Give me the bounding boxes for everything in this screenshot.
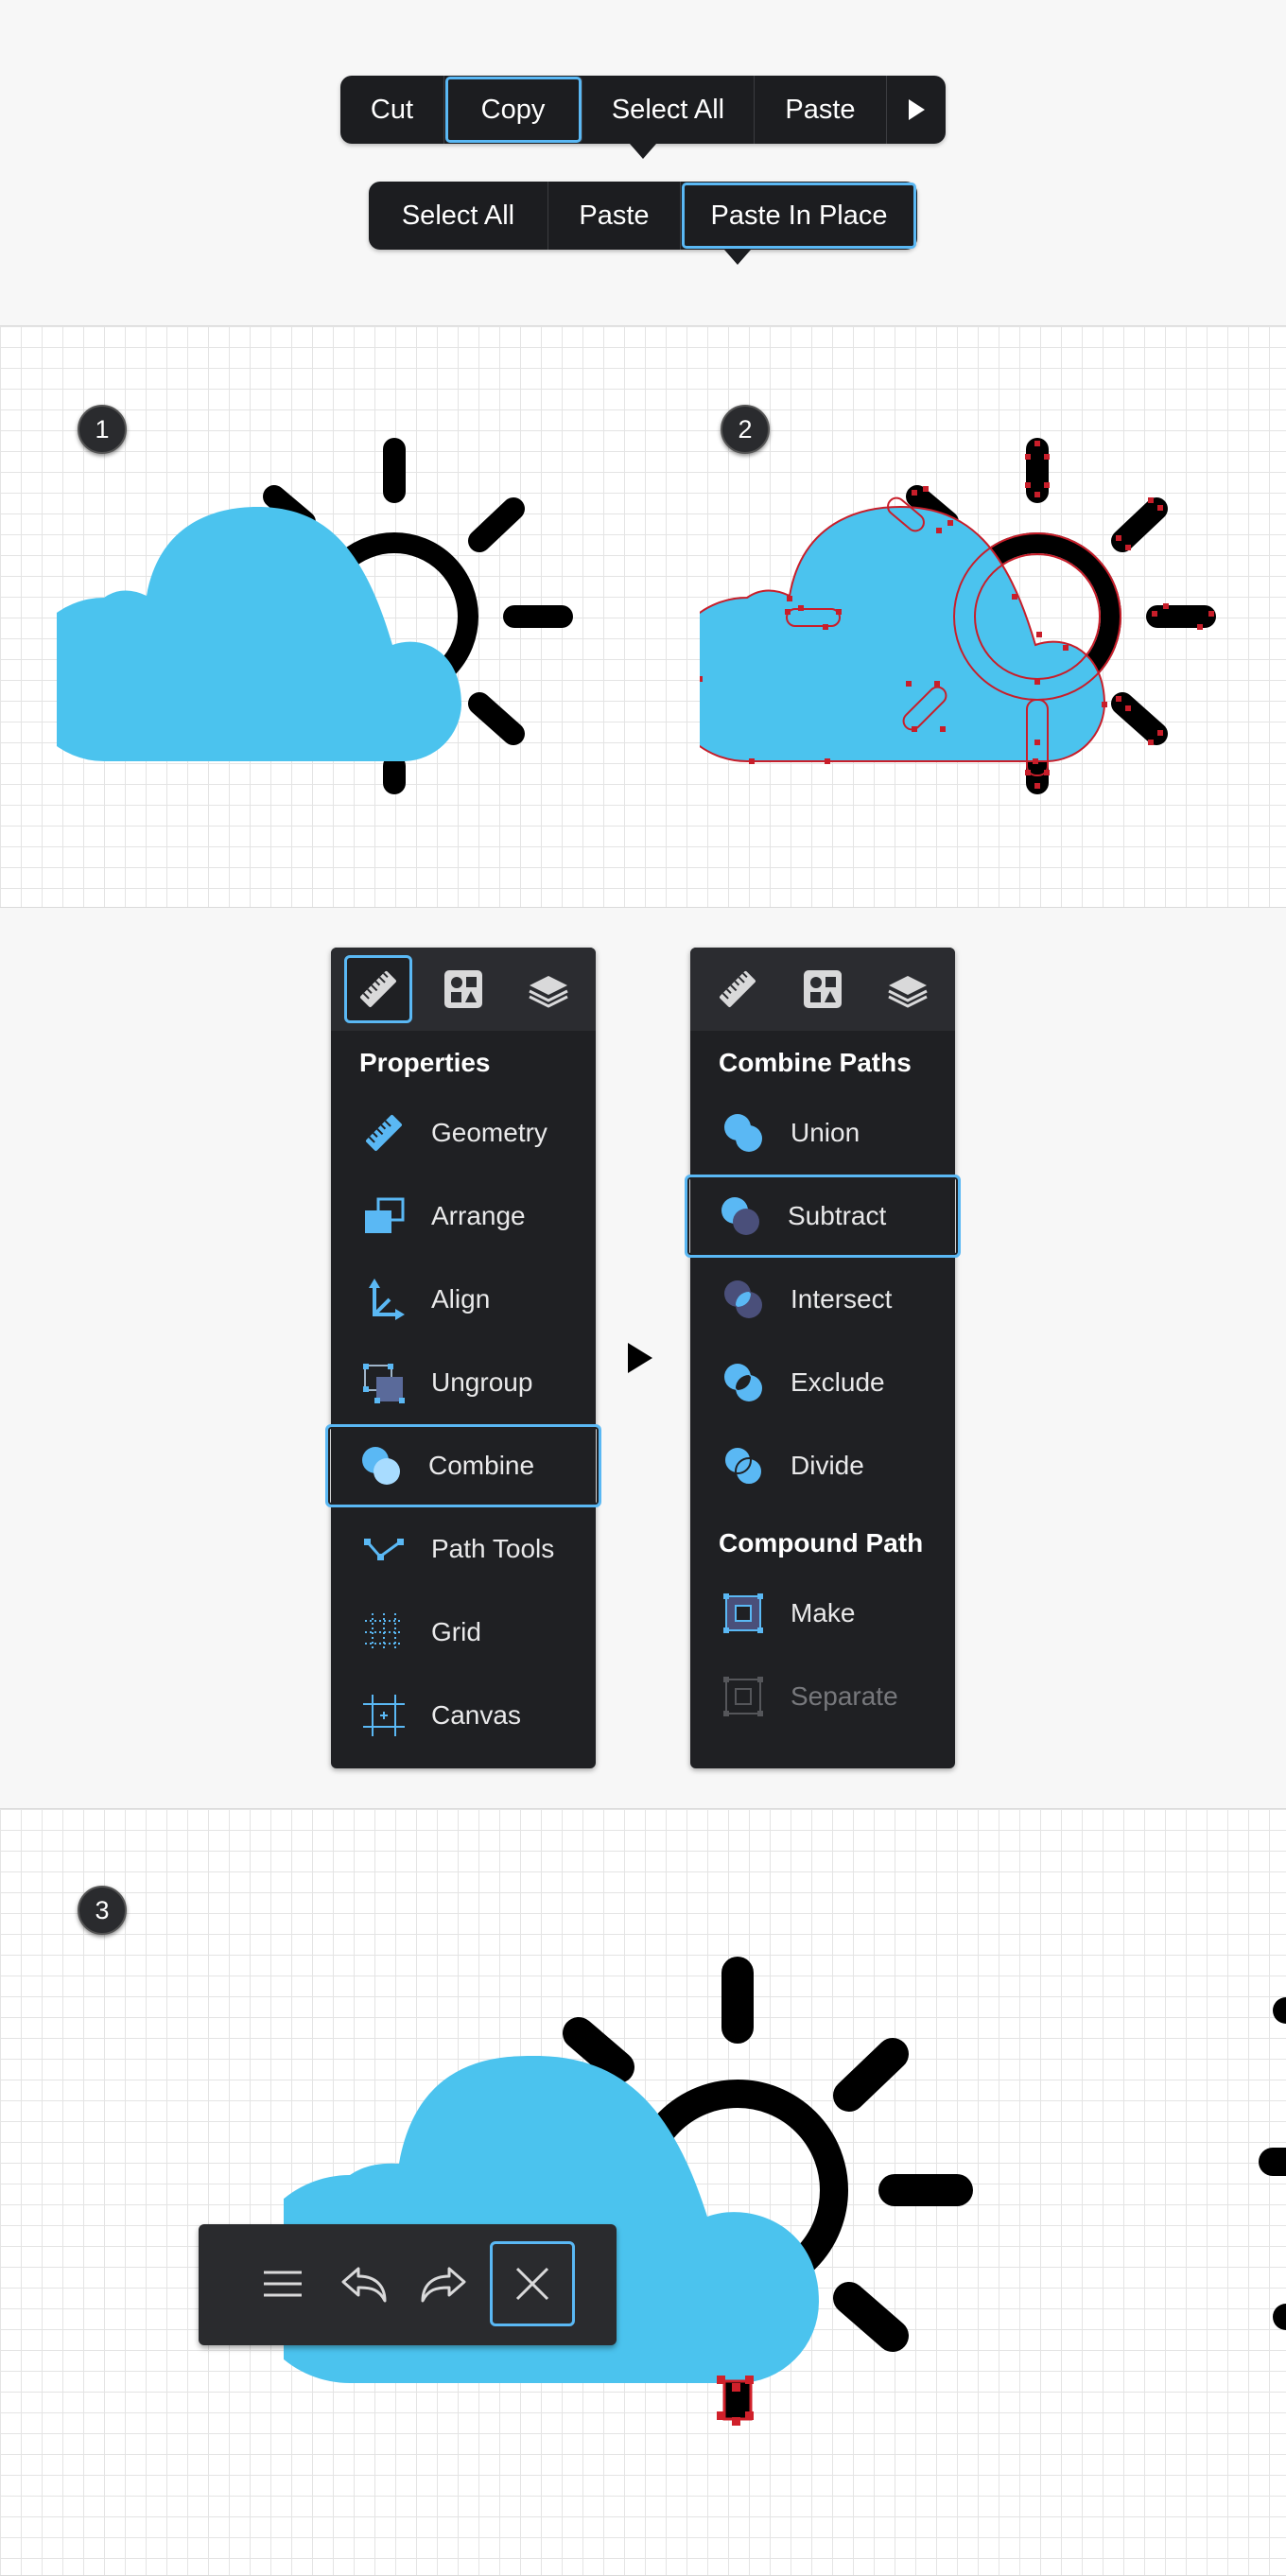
menu-pointer	[630, 144, 656, 159]
canvas-icon	[363, 1695, 405, 1736]
ruler-icon	[720, 971, 756, 1007]
tab-shapes[interactable]	[789, 955, 857, 1023]
tab-layers[interactable]	[514, 955, 582, 1023]
panel-item-label: Align	[431, 1284, 491, 1314]
exclude-icon	[724, 1364, 762, 1401]
panel-item-label: Grid	[431, 1617, 481, 1646]
menu-item-paste-in-place[interactable]: Paste In Place	[681, 182, 917, 250]
panel-heading-compound-path: Compound Path	[719, 1528, 924, 1558]
panel-item-label: Separate	[791, 1681, 898, 1711]
menu-button[interactable]	[240, 2241, 325, 2326]
shapes-icon	[444, 970, 482, 1008]
compound-separate-icon	[723, 1677, 763, 1716]
divide-icon	[723, 1446, 763, 1486]
menu-item-cut[interactable]: Cut	[340, 76, 444, 144]
panel-item-label: Divide	[791, 1451, 864, 1480]
tab-properties[interactable]	[344, 955, 412, 1023]
panel-item-label: Path Tools	[431, 1534, 555, 1563]
menu-item-paste[interactable]: Paste	[548, 182, 681, 250]
close-icon	[515, 2267, 549, 2301]
layers-icon	[529, 976, 568, 1008]
path-tools-icon	[364, 1539, 404, 1560]
combine-icon	[362, 1447, 400, 1485]
panel-item-label: Make	[791, 1598, 856, 1627]
undo-button[interactable]	[322, 2241, 407, 2326]
panel-item-align[interactable]: Align	[331, 1258, 596, 1341]
menu-item-copy[interactable]: Copy	[444, 76, 582, 144]
panel-item-path-tools[interactable]: Path Tools	[331, 1507, 596, 1591]
panel-item-label: Combine	[428, 1451, 535, 1480]
subtract-icon	[721, 1197, 759, 1235]
panel-item-union[interactable]: Union	[690, 1091, 955, 1175]
ungroup-icon	[363, 1364, 405, 1403]
undo-icon	[341, 2267, 387, 2303]
cloud-sun-illustration-3[interactable]	[284, 1939, 1002, 2449]
context-menu-primary: Cut Copy Select All Paste	[340, 76, 946, 144]
panel-item-make[interactable]: Make	[690, 1572, 955, 1655]
cloud-sun-illustration-2[interactable]	[700, 426, 1248, 804]
grid-icon	[365, 1613, 403, 1651]
panel-item-subtract[interactable]: Subtract	[685, 1175, 961, 1258]
panel-item-label: Exclude	[791, 1367, 885, 1397]
panel-item-canvas[interactable]: Canvas	[331, 1674, 596, 1757]
panel-heading-combine-paths: Combine Paths	[719, 1048, 912, 1077]
arrange-icon	[365, 1197, 405, 1233]
panel-item-combine[interactable]: Combine	[325, 1424, 601, 1507]
close-button[interactable]	[490, 2241, 575, 2326]
menu-pointer	[724, 250, 751, 265]
panel-item-label: Intersect	[791, 1284, 893, 1314]
panel-item-label: Geometry	[431, 1118, 547, 1147]
cloud-sun-illustration-1[interactable]	[57, 426, 605, 804]
combine-paths-panel: Combine Paths Union Subtract Intersect E…	[685, 948, 961, 1768]
panel-item-label: Arrange	[431, 1201, 526, 1230]
step-badge-3: 3	[78, 1886, 127, 1935]
panel-item-arrange[interactable]: Arrange	[331, 1175, 596, 1258]
redo-button[interactable]	[401, 2241, 486, 2326]
redo-icon	[421, 2267, 466, 2303]
panel-item-geometry[interactable]: Geometry	[331, 1091, 596, 1175]
panel-item-divide[interactable]: Divide	[690, 1424, 955, 1507]
panel-item-exclude[interactable]: Exclude	[690, 1341, 955, 1424]
menu-more-button[interactable]	[887, 76, 946, 144]
properties-panel: Properties Geometry Arrange Align Ungrou…	[325, 948, 601, 1768]
ruler-icon	[366, 1115, 402, 1151]
panel-item-label: Union	[791, 1118, 860, 1147]
panel-item-label: Ungroup	[431, 1367, 533, 1397]
layers-icon	[888, 976, 928, 1008]
tab-shapes[interactable]	[429, 955, 497, 1023]
panel-item-label: Subtract	[788, 1201, 887, 1230]
union-icon	[724, 1114, 762, 1152]
panel-tab-bar	[331, 948, 596, 1031]
menu-item-paste[interactable]: Paste	[755, 76, 887, 144]
panel-item-ungroup[interactable]: Ungroup	[331, 1341, 596, 1424]
menu-item-select-all[interactable]: Select All	[582, 76, 755, 144]
compound-make-icon	[723, 1593, 763, 1633]
flow-arrow-icon	[628, 1343, 652, 1373]
panel-tab-bar	[690, 948, 955, 1031]
panel-item-label: Canvas	[431, 1700, 521, 1730]
menu-icon	[264, 2271, 302, 2297]
bottom-toolbar	[199, 2224, 617, 2345]
panel-item-separate: Separate	[690, 1655, 955, 1738]
panel-heading-properties: Properties	[359, 1048, 491, 1077]
intersect-icon	[724, 1280, 762, 1318]
tab-properties[interactable]	[704, 955, 772, 1023]
shapes-icon	[804, 970, 842, 1008]
play-triangle-icon	[909, 99, 925, 120]
context-menu-secondary: Select All Paste Paste In Place	[369, 182, 917, 250]
panel-item-intersect[interactable]: Intersect	[690, 1258, 955, 1341]
cloud-sun-illustration-partial	[1259, 1997, 1286, 2330]
align-icon	[369, 1279, 405, 1320]
tab-layers[interactable]	[874, 955, 942, 1023]
menu-item-select-all[interactable]: Select All	[369, 182, 548, 250]
ruler-icon	[360, 971, 396, 1007]
panel-item-grid[interactable]: Grid	[331, 1591, 596, 1674]
